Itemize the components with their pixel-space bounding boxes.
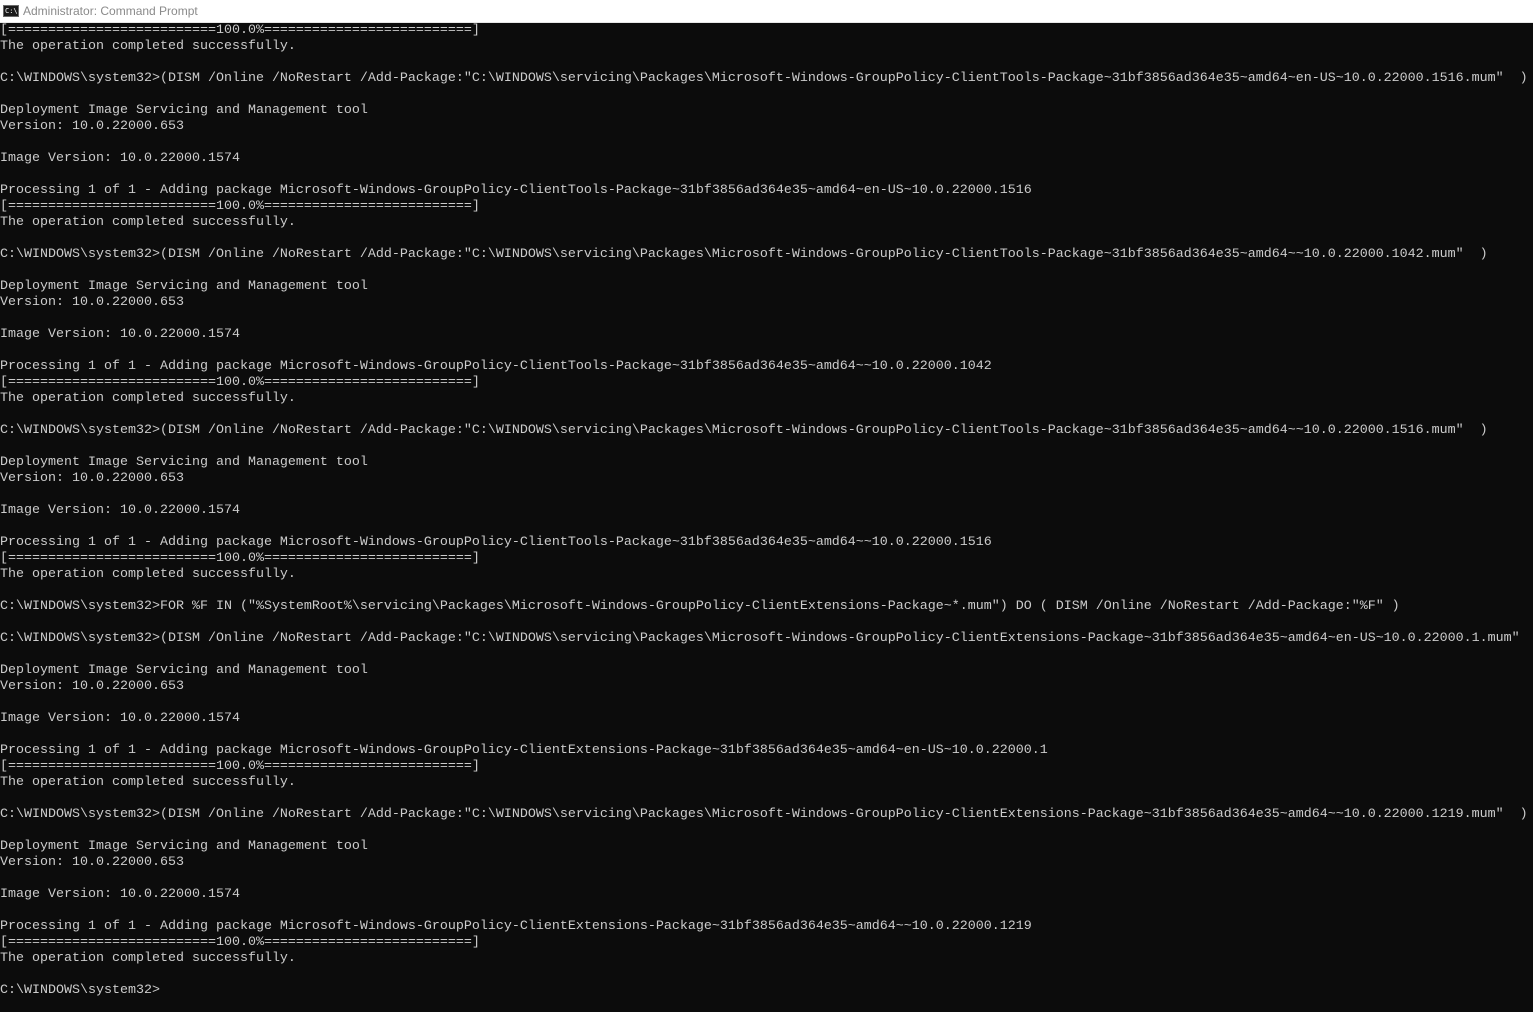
console-line: Processing 1 of 1 - Adding package Micro… <box>0 359 992 374</box>
console-line: C:\WINDOWS\system32>(DISM /Online /NoRes… <box>0 247 1488 262</box>
console-line: C:\WINDOWS\system32>(DISM /Online /NoRes… <box>0 423 1488 438</box>
console-line: The operation completed successfully. <box>0 39 296 54</box>
console-line: Image Version: 10.0.22000.1574 <box>0 711 240 726</box>
console-line: [==========================100.0%=======… <box>0 375 480 390</box>
console-line: C:\WINDOWS\system32>(DISM /Online /NoRes… <box>0 631 1520 646</box>
console-line: Image Version: 10.0.22000.1574 <box>0 151 240 166</box>
title-bar[interactable]: C:\ Administrator: Command Prompt <box>0 0 1533 23</box>
console-line: The operation completed successfully. <box>0 951 296 966</box>
console-line: Version: 10.0.22000.653 <box>0 119 184 134</box>
console-line: [==========================100.0%=======… <box>0 935 480 950</box>
window-title: Administrator: Command Prompt <box>23 4 198 18</box>
console-line: Processing 1 of 1 - Adding package Micro… <box>0 919 1032 934</box>
console-line: [==========================100.0%=======… <box>0 551 480 566</box>
console-line: Version: 10.0.22000.653 <box>0 679 184 694</box>
console-line: Processing 1 of 1 - Adding package Micro… <box>0 183 1032 198</box>
console-line: The operation completed successfully. <box>0 567 296 582</box>
console-line: Deployment Image Servicing and Managemen… <box>0 103 368 118</box>
console-line: Processing 1 of 1 - Adding package Micro… <box>0 535 992 550</box>
console-line: Version: 10.0.22000.653 <box>0 471 184 486</box>
console-line: Processing 1 of 1 - Adding package Micro… <box>0 743 1048 758</box>
console-line: [==========================100.0%=======… <box>0 23 480 38</box>
command-prompt-window: C:\ Administrator: Command Prompt [=====… <box>0 0 1533 1012</box>
console-line: [==========================100.0%=======… <box>0 199 480 214</box>
console-line: Version: 10.0.22000.653 <box>0 295 184 310</box>
console-output[interactable]: [==========================100.0%=======… <box>0 23 1533 1012</box>
console-line: C:\WINDOWS\system32>(DISM /Online /NoRes… <box>0 71 1528 86</box>
console-line: Deployment Image Servicing and Managemen… <box>0 663 368 678</box>
console-line: The operation completed successfully. <box>0 391 296 406</box>
command-prompt-line: C:\WINDOWS\system32> <box>0 983 160 998</box>
console-line: The operation completed successfully. <box>0 775 296 790</box>
console-line: C:\WINDOWS\system32>(DISM /Online /NoRes… <box>0 807 1528 822</box>
console-line: Version: 10.0.22000.653 <box>0 855 184 870</box>
console-line: Deployment Image Servicing and Managemen… <box>0 839 368 854</box>
console-line: [==========================100.0%=======… <box>0 759 480 774</box>
console-line: C:\WINDOWS\system32>FOR %F IN ("%SystemR… <box>0 599 1400 614</box>
console-line: The operation completed successfully. <box>0 215 296 230</box>
console-line: Image Version: 10.0.22000.1574 <box>0 327 240 342</box>
console-line: Image Version: 10.0.22000.1574 <box>0 887 240 902</box>
command-prompt-icon: C:\ <box>3 5 19 17</box>
console-line: Deployment Image Servicing and Managemen… <box>0 279 368 294</box>
console-line: Image Version: 10.0.22000.1574 <box>0 503 240 518</box>
console-line: Deployment Image Servicing and Managemen… <box>0 455 368 470</box>
